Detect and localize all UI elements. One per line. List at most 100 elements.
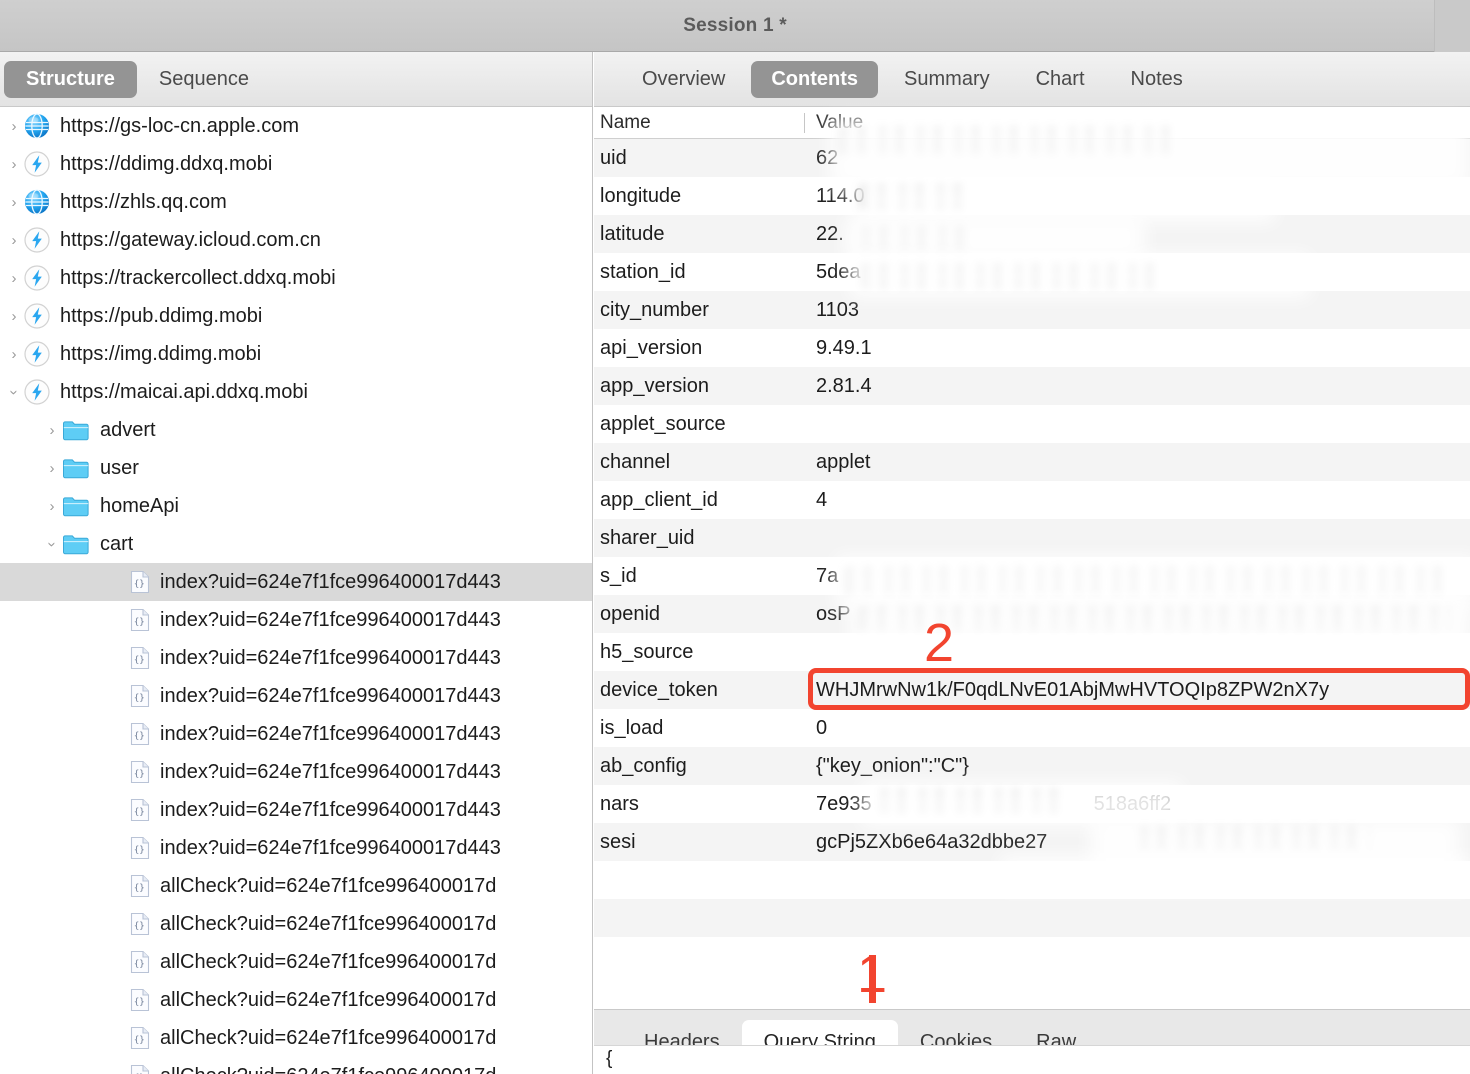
tree-row-label: https://ddimg.ddxq.mobi	[60, 152, 273, 175]
tree-row-label: allCheck?uid=624e7f1fce996400017d	[160, 950, 497, 973]
chevron-right-icon[interactable]: ›	[4, 271, 24, 286]
tree-row[interactable]: ›{}allCheck?uid=624e7f1fce996400017d	[0, 981, 592, 1019]
table-row[interactable]: app_client_id 4	[594, 481, 1470, 519]
table-row[interactable]: openid osP	[594, 595, 1470, 633]
tree-row-label: https://zhls.qq.com	[60, 190, 227, 213]
tab-sequence[interactable]: Sequence	[137, 61, 271, 98]
tab-overview[interactable]: Overview	[622, 61, 745, 98]
table-row[interactable]: uid 62	[594, 139, 1470, 177]
table-row[interactable]: is_load 0	[594, 709, 1470, 747]
right-toolbar: Overview Contents Summary Chart Notes	[594, 52, 1470, 107]
json-icon: {}	[130, 722, 150, 746]
table-cell-name: station_id	[600, 260, 686, 283]
table-row[interactable]: longitude 114.0	[594, 177, 1470, 215]
table-row[interactable]: station_id 5dea	[594, 253, 1470, 291]
tree-row-label: allCheck?uid=624e7f1fce996400017d	[160, 912, 497, 935]
table-row[interactable]: sharer_uid	[594, 519, 1470, 557]
tree-row[interactable]: › homeApi	[0, 487, 592, 525]
query-string-table: Name Value uid 62 longitude 114.0 latitude 22…	[594, 107, 1470, 1009]
table-row[interactable]: city_number 1103	[594, 291, 1470, 329]
tree-row[interactable]: ›{}index?uid=624e7f1fce996400017d443	[0, 753, 592, 791]
table-cell-name: device_token	[600, 678, 718, 701]
tab-structure[interactable]: Structure	[4, 60, 137, 98]
tree-row[interactable]: › https://gs-loc-cn.apple.com	[0, 107, 592, 145]
tree-row[interactable]: ›{}allCheck?uid=624e7f1fce996400017d	[0, 943, 592, 981]
tree-row-label: allCheck?uid=624e7f1fce996400017d	[160, 874, 497, 897]
table-cell-value: 2.81.4	[816, 374, 872, 397]
table-row[interactable]: sesi gcPj5ZXb6e64a32dbbe27	[594, 823, 1470, 861]
tree-row[interactable]: › https://zhls.qq.com	[0, 183, 592, 221]
tree-row-label: index?uid=624e7f1fce996400017d443	[160, 570, 501, 593]
folder-icon	[62, 495, 90, 517]
tree-row[interactable]: › https://pub.ddimg.mobi	[0, 297, 592, 335]
tree-row[interactable]: ›{}allCheck?uid=624e7f1fce996400017d	[0, 867, 592, 905]
chevron-right-icon[interactable]: ›	[4, 233, 24, 248]
tree-row[interactable]: ›{}index?uid=624e7f1fce996400017d443	[0, 563, 592, 601]
tree-row[interactable]: › https://gateway.icloud.com.cn	[0, 221, 592, 259]
chevron-down-icon[interactable]: ›	[44, 534, 61, 554]
chevron-down-icon[interactable]: ›	[6, 382, 23, 402]
table-cell-name: api_version	[600, 336, 703, 359]
tree-row[interactable]: › https://img.ddimg.mobi	[0, 335, 592, 373]
tree-row[interactable]: ›{}index?uid=624e7f1fce996400017d443	[0, 601, 592, 639]
tree-row-label: https://maicai.api.ddxq.mobi	[60, 380, 308, 403]
table-row[interactable]: nars 7e935 518a6ff2	[594, 785, 1470, 823]
svg-text:{}: {}	[134, 1036, 145, 1046]
tree-row[interactable]: ›{}index?uid=624e7f1fce996400017d443	[0, 791, 592, 829]
tab-notes[interactable]: Notes	[1111, 61, 1203, 98]
folder-icon	[62, 457, 90, 479]
tree-row[interactable]: ›{}index?uid=624e7f1fce996400017d443	[0, 829, 592, 867]
chevron-right-icon[interactable]: ›	[42, 423, 62, 438]
chevron-right-icon[interactable]: ›	[42, 499, 62, 514]
tree-row[interactable]: › https://maicai.api.ddxq.mobi	[0, 373, 592, 411]
svg-text:{}: {}	[134, 618, 145, 628]
table-row[interactable]: channel applet	[594, 443, 1470, 481]
table-filler-row	[594, 861, 1470, 899]
chevron-right-icon[interactable]: ›	[4, 347, 24, 362]
chevron-right-icon[interactable]: ›	[4, 309, 24, 324]
chevron-right-icon[interactable]: ›	[4, 119, 24, 134]
window-titlebar: Session 1 *	[0, 0, 1470, 52]
tree-row[interactable]: › cart	[0, 525, 592, 563]
column-header-value[interactable]: Value	[805, 112, 863, 134]
table-row[interactable]: device_token WHJMrwNw1k/F0qdLNvE01AbjMwHV…	[594, 671, 1470, 709]
table-cell-name: nars	[600, 792, 639, 815]
tree-row[interactable]: ›{}allCheck?uid=624e7f1fce996400017d	[0, 905, 592, 943]
table-row[interactable]: app_version 2.81.4	[594, 367, 1470, 405]
table-row[interactable]: latitude 22.	[594, 215, 1470, 253]
tree-row[interactable]: › user	[0, 449, 592, 487]
table-cell-name: latitude	[600, 222, 665, 245]
tree-row[interactable]: › https://trackercollect.ddxq.mobi	[0, 259, 592, 297]
tree-row-label: index?uid=624e7f1fce996400017d443	[160, 760, 501, 783]
tree-row-label: index?uid=624e7f1fce996400017d443	[160, 798, 501, 821]
json-icon: {}	[130, 608, 150, 632]
tree-row-label: user	[100, 456, 139, 479]
column-header-name[interactable]: Name	[594, 112, 804, 134]
tree-row[interactable]: ›{}index?uid=624e7f1fce996400017d443	[0, 639, 592, 677]
tree-row[interactable]: › advert	[0, 411, 592, 449]
tree-row-label: https://trackercollect.ddxq.mobi	[60, 266, 336, 289]
table-cell-name: applet_source	[600, 412, 726, 435]
tree-row[interactable]: › https://ddimg.ddxq.mobi	[0, 145, 592, 183]
tree-row[interactable]: ›{}allCheck?uid=624e7f1fce996400017d	[0, 1057, 592, 1074]
svg-text:{}: {}	[134, 846, 145, 856]
chevron-right-icon[interactable]: ›	[4, 157, 24, 172]
json-icon: {}	[130, 988, 150, 1012]
tree-row[interactable]: ›{}index?uid=624e7f1fce996400017d443	[0, 677, 592, 715]
chevron-right-icon[interactable]: ›	[4, 195, 24, 210]
tab-chart[interactable]: Chart	[1016, 61, 1105, 98]
tab-summary[interactable]: Summary	[884, 61, 1010, 98]
tree-row[interactable]: ›{}index?uid=624e7f1fce996400017d443	[0, 715, 592, 753]
table-row[interactable]: h5_source	[594, 633, 1470, 671]
json-icon: {}	[130, 570, 150, 594]
chevron-right-icon[interactable]: ›	[42, 461, 62, 476]
tree-row[interactable]: ›{}allCheck?uid=624e7f1fce996400017d	[0, 1019, 592, 1057]
table-row[interactable]: api_version 9.49.1	[594, 329, 1470, 367]
table-row[interactable]: s_id 7a	[594, 557, 1470, 595]
table-row[interactable]: applet_source	[594, 405, 1470, 443]
table-cell-value: 7a	[816, 564, 839, 587]
structure-tree[interactable]: › https://gs-loc-cn.apple.com › https://ddi…	[0, 107, 592, 1074]
table-row[interactable]: ab_config {"key_onion":"C"}	[594, 747, 1470, 785]
tab-contents[interactable]: Contents	[751, 60, 879, 98]
globe-icon	[24, 189, 50, 215]
